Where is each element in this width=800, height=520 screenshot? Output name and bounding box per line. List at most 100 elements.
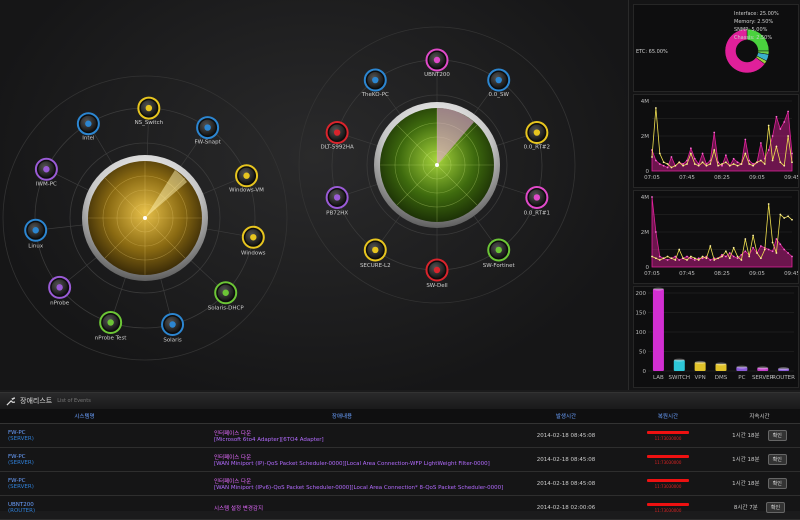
series-point [775, 115, 778, 118]
power-icon [243, 172, 250, 179]
recovery-bar [647, 431, 689, 434]
y-tick-label: 4M [641, 99, 649, 105]
confirm-button[interactable]: 확인 [767, 478, 787, 489]
table-row[interactable]: FW-PC (SERVER) 인터페이스 다운 [WAN Miniport (IP)-… [0, 447, 800, 472]
table-row[interactable]: UBNT200 (ROUTER) 시스템 설정 변경감지 2014-02-18 02:… [0, 495, 800, 520]
series-point [678, 161, 681, 164]
duration-text: 1시간 18분 [732, 481, 760, 487]
donut-legend-item: Interface: 25.00% [734, 11, 779, 17]
radar-node[interactable]: nProbe Test [95, 310, 128, 342]
series-point [771, 250, 774, 253]
series-point [689, 255, 692, 258]
cell-occurred: 2014-02-18 08:45:08 [515, 423, 617, 448]
series-point [662, 257, 665, 260]
series-point [717, 164, 720, 167]
radar-node[interactable]: SW-Dell [425, 258, 449, 290]
host-type: (SERVER) [8, 483, 34, 490]
y-tick-label: 0 [643, 369, 647, 375]
duration-text: 8시간 7분 [733, 505, 758, 511]
series-point [759, 245, 762, 247]
series-point [682, 163, 685, 165]
col-duration[interactable]: 지속시간 [719, 409, 800, 424]
series-point [783, 248, 786, 251]
table-row[interactable]: FW-PC (SERVER) 인터페이스 다운 [Microsoft 6to4 Ada… [0, 423, 800, 448]
series-point [666, 166, 669, 169]
confirm-button[interactable]: 확인 [767, 430, 787, 441]
series-point [736, 257, 739, 260]
series-point [775, 145, 778, 148]
series-point [728, 164, 731, 167]
series-point [721, 164, 723, 167]
series-point [744, 152, 747, 155]
radar-node[interactable]: NS_Switch [135, 96, 164, 127]
series-point [779, 213, 782, 216]
series-point [686, 259, 688, 261]
series-point [658, 152, 661, 155]
events-title: 장애리스트 [20, 397, 53, 405]
x-tick-label: PC [738, 375, 745, 381]
host-type: (SERVER) [8, 459, 34, 466]
series-point [682, 164, 685, 167]
series-point [787, 110, 790, 113]
radar-node[interactable]: nProbe [48, 275, 72, 307]
series-point [705, 257, 708, 260]
radar-node[interactable]: Linux [24, 218, 48, 250]
radar-node[interactable]: UBNT200 [424, 48, 450, 79]
series-point [670, 156, 673, 158]
radar-node[interactable]: PB72HX [325, 185, 349, 217]
x-tick-label: 07:05 [644, 271, 660, 277]
radar-node-label: PB72HX [326, 210, 348, 216]
monitor-icon [169, 321, 176, 328]
radar-node[interactable]: Windows-VM [229, 164, 264, 194]
table-row[interactable]: FW-PC (SERVER) 인터페이스 다운 [WAN Miniport (IPv6… [0, 471, 800, 496]
duration-text: 1시간 18분 [732, 433, 760, 439]
series-point [689, 147, 692, 150]
series-point [771, 135, 774, 137]
series-point [654, 257, 657, 260]
radar-dashboard: NS_Switch FW-Snapt Windows-VM Windows Solari… [0, 0, 628, 390]
col-recovered[interactable]: 복원시간 [617, 409, 719, 424]
series-point [767, 203, 770, 205]
cell-recovered: 11:73030000 [617, 495, 719, 520]
series-point [666, 163, 669, 165]
radar-node[interactable]: Windows [241, 225, 266, 257]
series-point [670, 166, 673, 169]
col-system[interactable]: 시스템명 [0, 409, 169, 424]
series-point [748, 163, 751, 165]
series-point [752, 246, 755, 249]
radar-node[interactable]: 0.0_RT#1 [524, 185, 550, 217]
radar-node[interactable]: SECURE-L2 [360, 238, 391, 269]
bar [673, 360, 685, 371]
radar-node[interactable]: TheKO-PC [361, 68, 389, 99]
radar-node[interactable]: IWM-PC [34, 157, 58, 188]
col-content[interactable]: 장애내용 [169, 409, 515, 424]
radar-node-label: nProbe Test [95, 335, 128, 341]
series-point [787, 135, 790, 137]
radar-node[interactable]: 0.0_SW [487, 68, 511, 99]
donut-legend-item: SNMP: 5.00% [734, 27, 768, 33]
series-point [693, 259, 696, 261]
radar-node[interactable]: 0.0_RT#2 [524, 121, 550, 151]
series-point [791, 218, 793, 221]
device-bar-chart: 0 50 100 150 200 LAB SWITCH VPN DMS PC SERVER ROUTE… [633, 286, 799, 388]
confirm-button[interactable]: 확인 [765, 502, 786, 513]
radar-canvas: NS_Switch FW-Snapt Windows-VM Windows Solari… [2, 26, 576, 361]
radar-node[interactable]: Intel [76, 112, 100, 142]
events-table: 시스템명 장애내용 발생시간 복원시간 지속시간 FW-PC (SERVER) 인터… [0, 409, 800, 520]
server-icon [204, 124, 211, 131]
donut-panel: ETC: 65.00% Interface: 25.00% Memory: 2.5… [633, 4, 799, 92]
radar-node[interactable]: Solaris [161, 312, 185, 344]
radar-node-label: SW-Dell [426, 283, 448, 289]
radar-node-label: Windows [241, 250, 266, 256]
series-point [724, 255, 727, 258]
col-occurred[interactable]: 발생시간 [515, 409, 617, 424]
recovery-bar [647, 455, 689, 458]
radar-node[interactable]: FW-Snapt [194, 116, 222, 146]
series-point [666, 255, 669, 258]
radar-node-label: Linux [28, 243, 44, 249]
confirm-button[interactable]: 확인 [767, 454, 787, 465]
radar-node[interactable]: Solaris-DHCP [208, 281, 245, 312]
radar-node[interactable]: SW-Fortinet [483, 238, 516, 269]
series-point [709, 259, 712, 261]
series-point [787, 252, 790, 254]
